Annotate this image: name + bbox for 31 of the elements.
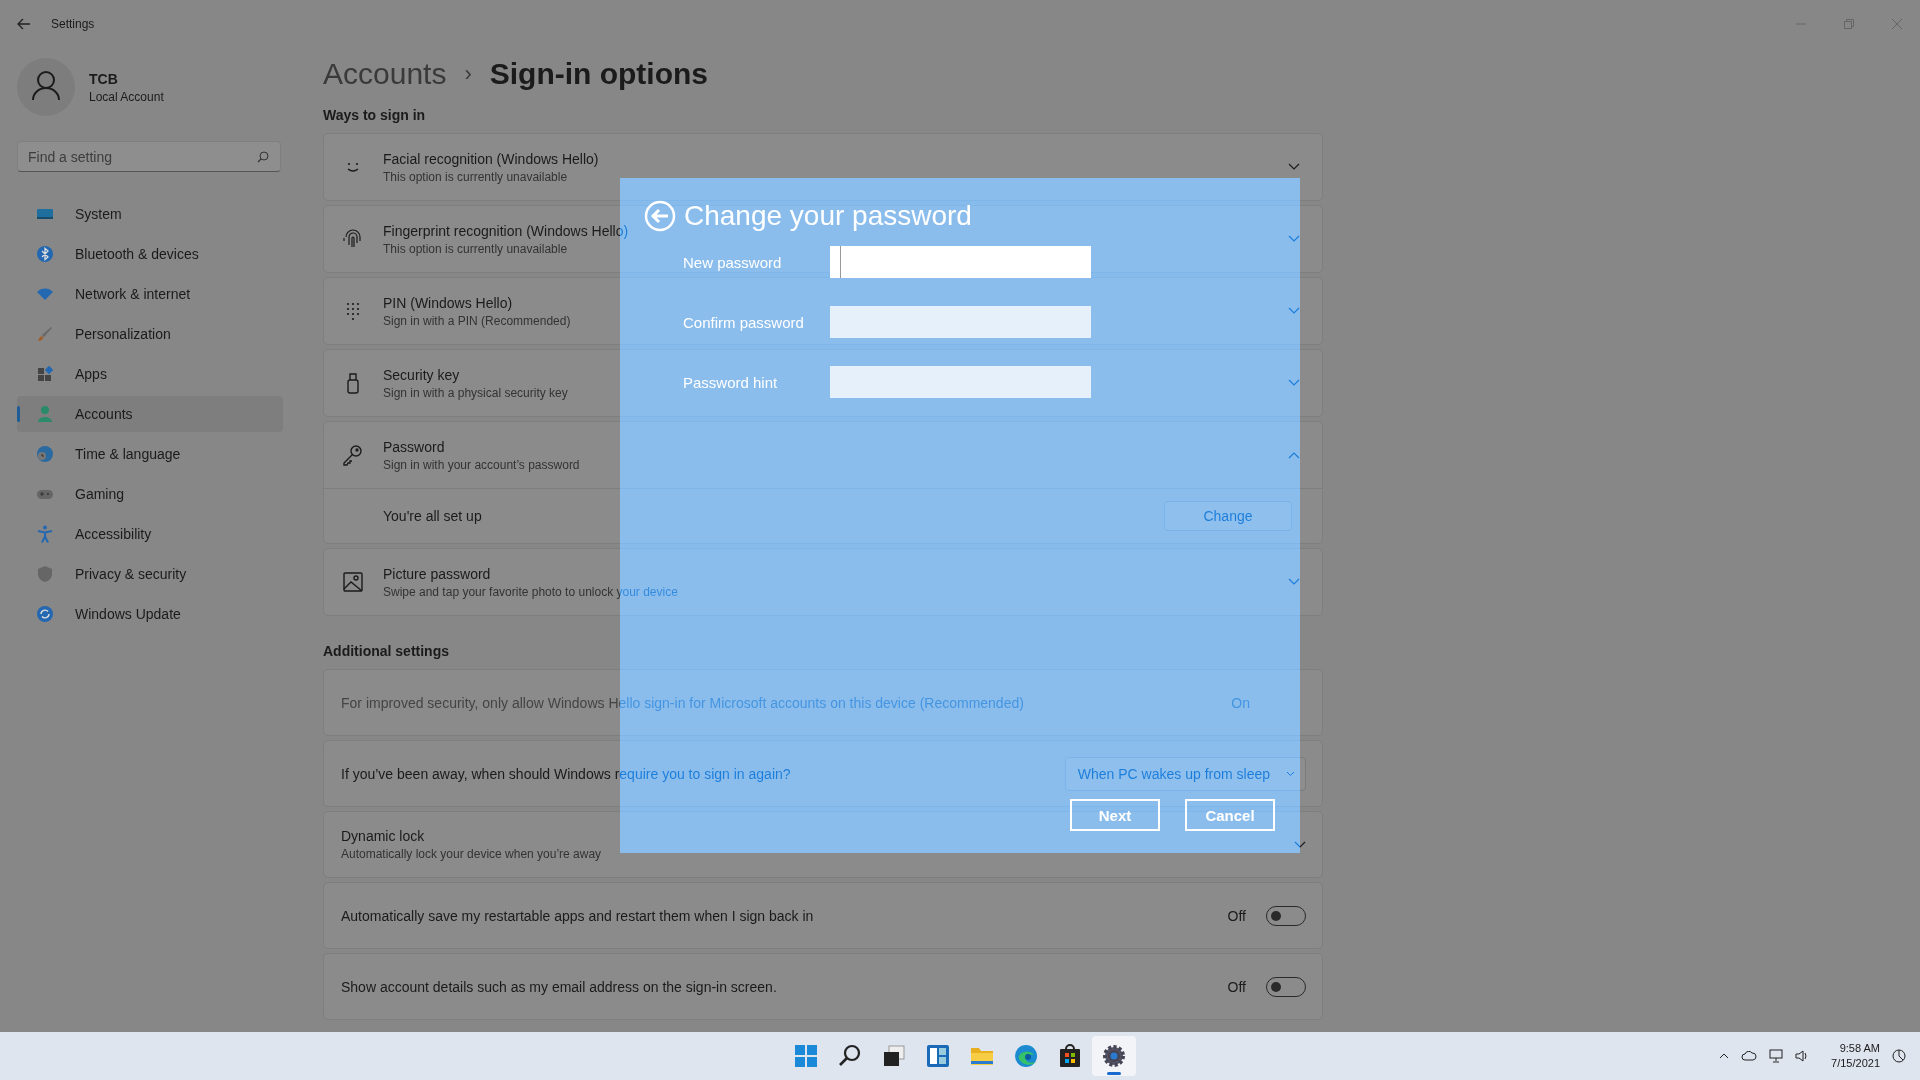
setting-title: Security key (383, 366, 461, 383)
setting-description: Sign in with your account’s password (383, 457, 580, 472)
user-name: TCB (89, 70, 119, 87)
field-label: Confirm password (683, 313, 805, 331)
section-heading: Additional settings (323, 643, 450, 659)
dialog-title: Change your password (684, 200, 972, 232)
setting-title: Picture password (383, 565, 492, 582)
setting-description: Automatically lock your device when you’re away (341, 847, 602, 861)
status-text: You're all set up (383, 508, 482, 524)
setting-title: Facial recognition (Windows Hello) (383, 150, 599, 167)
setting-label: Automatically save my restartable apps and restart them when I sign back in (341, 907, 814, 924)
field-label: New password (683, 253, 783, 271)
breadcrumb-separator: › (464, 61, 472, 87)
toggle-state: Off (1227, 907, 1246, 924)
status-value: On (1231, 694, 1250, 711)
setting-title: PIN (Windows Hello) (383, 294, 514, 311)
setting-title: Dynamic lock (341, 828, 426, 844)
section-heading: Ways to sign in (323, 107, 427, 123)
setting-label: If you’ve been away, when should Windows require you to sign in again? (341, 765, 791, 782)
setting-label: Show account details such as my email address on the sign-in screen. (341, 978, 777, 995)
toggle-state: Off (1227, 978, 1246, 995)
setting-description: Sign in with a PIN (Recommended) (383, 313, 571, 328)
window-title: Settings (51, 17, 95, 31)
account-type: Local Account (89, 89, 164, 104)
field-label: Password hint (683, 373, 779, 391)
setting-description: Swipe and tap your favorite photo to unlock your device (383, 584, 678, 599)
setting-description: This option is currently unavailable (383, 241, 569, 256)
setting-description: This option is currently unavailable (383, 169, 569, 184)
page-title: Sign-in options (489, 57, 709, 91)
setting-title: Password (383, 438, 446, 455)
setting-description: Sign in with a physical security key (383, 385, 568, 400)
